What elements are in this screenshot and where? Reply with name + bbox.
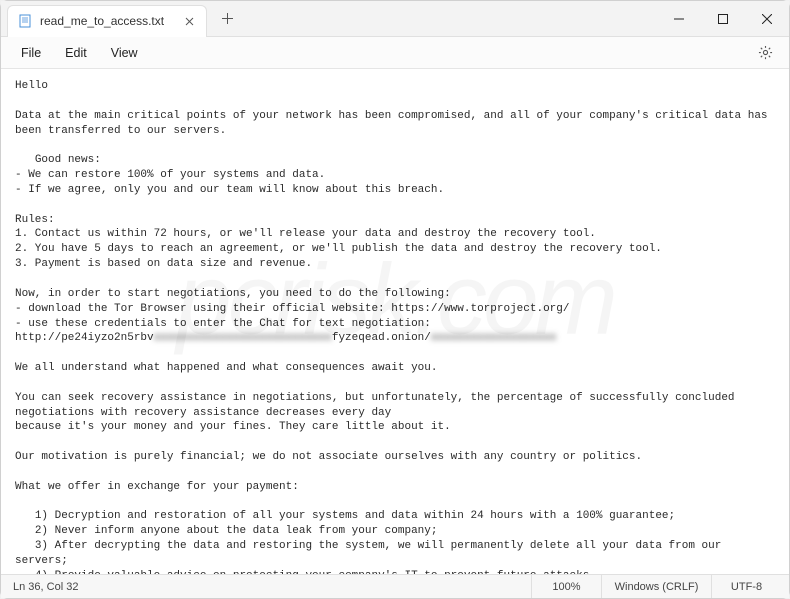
- document-tab[interactable]: read_me_to_access.txt: [7, 5, 207, 37]
- tab-close-button[interactable]: [182, 14, 196, 28]
- zoom-level[interactable]: 100%: [531, 575, 601, 598]
- new-tab-button[interactable]: [213, 5, 241, 33]
- encoding[interactable]: UTF-8: [711, 575, 781, 598]
- close-button[interactable]: [745, 1, 789, 37]
- file-icon: [18, 14, 32, 28]
- notepad-window: read_me_to_access.txt File Edit View: [0, 0, 790, 599]
- statusbar: Ln 36, Col 32 100% Windows (CRLF) UTF-8: [1, 574, 789, 598]
- cursor-position[interactable]: Ln 36, Col 32: [9, 575, 90, 598]
- minimize-button[interactable]: [657, 1, 701, 37]
- menu-edit[interactable]: Edit: [55, 42, 97, 64]
- settings-button[interactable]: [751, 39, 779, 67]
- tab-title: read_me_to_access.txt: [40, 14, 164, 28]
- menu-view[interactable]: View: [101, 42, 148, 64]
- window-controls: [657, 1, 789, 37]
- gear-icon: [758, 45, 773, 60]
- menu-file[interactable]: File: [11, 42, 51, 64]
- text-editor-area[interactable]: Hello Data at the main critical points o…: [1, 69, 789, 574]
- menubar: File Edit View: [1, 37, 789, 69]
- line-ending[interactable]: Windows (CRLF): [601, 575, 711, 598]
- maximize-button[interactable]: [701, 1, 745, 37]
- titlebar: read_me_to_access.txt: [1, 1, 789, 37]
